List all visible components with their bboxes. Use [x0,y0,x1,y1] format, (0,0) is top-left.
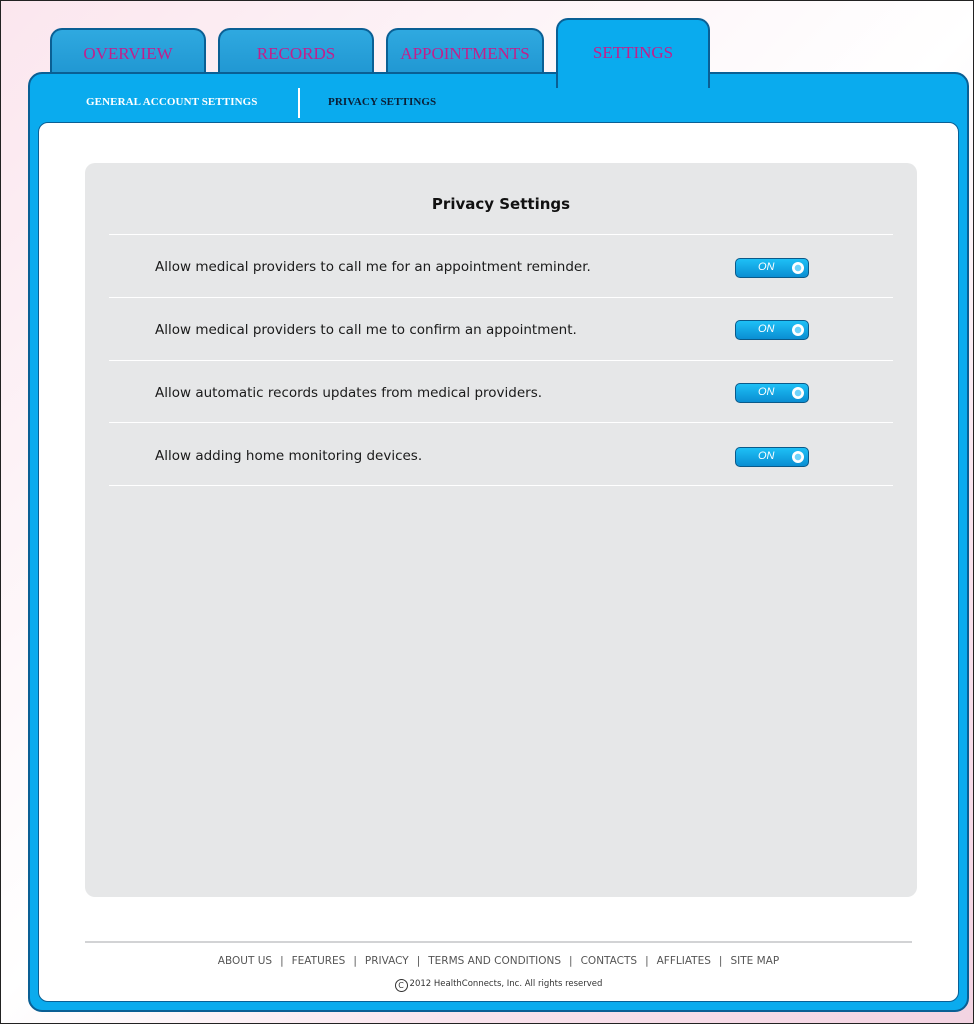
footer-separator: | [718,955,723,967]
toggle-knob-icon [792,387,804,399]
toggle-state-text: ON [758,261,775,273]
footer-link-privacy[interactable]: PRIVACY [365,955,409,967]
footer-link-terms-and-conditions[interactable]: TERMS AND CONDITIONS [428,955,561,967]
privacy-settings-box: Privacy Settings Allow medical providers… [85,163,917,897]
footer-separator: | [645,955,649,967]
footer-link-site-map[interactable]: SITE MAP [730,955,779,967]
copyright-text: 2012 HealthConnects, Inc. All rights res… [409,979,603,989]
footer-separator: | [353,955,357,967]
copyright-notice: C 2012 HealthConnects, Inc. All rights re… [39,979,958,992]
subtab-divider [298,88,300,118]
footer-separator: | [280,955,284,967]
tab-settings[interactable]: SETTINGS [556,18,710,88]
divider [109,297,893,298]
footer-link-about-us[interactable]: ABOUT US [218,955,272,967]
footer-separator: | [416,955,421,967]
footer-link-features[interactable]: FEATURES [292,955,346,967]
footer-separator: | [569,955,573,967]
subtab-general-account-settings[interactable]: GENERAL ACCOUNT SETTINGS [86,96,258,108]
setting-label-appointment-reminder-call: Allow medical providers to call me for a… [155,259,591,275]
main-panel: GENERAL ACCOUNT SETTINGS PRIVACY SETTING… [28,72,969,1012]
content-area: Privacy Settings Allow medical providers… [38,122,959,1002]
divider [109,234,893,235]
toggle-state-text: ON [758,323,775,335]
setting-label-automatic-records-updates: Allow automatic records updates from med… [155,385,543,401]
setting-label-home-monitoring-devices: Allow adding home monitoring devices. [155,448,423,464]
toggle-appointment-reminder-call[interactable]: ON [735,258,809,278]
copyright-icon: C [394,979,408,992]
setting-label-confirm-appointment-call: Allow medical providers to call me to co… [155,322,577,338]
footer-link-affliates[interactable]: AFFLIATES [657,955,711,967]
footer-link-contacts[interactable]: CONTACTS [581,955,637,967]
divider [109,360,893,361]
toggle-knob-icon [792,324,804,336]
toggle-home-monitoring-devices[interactable]: ON [735,447,809,467]
divider [109,485,893,486]
subtab-privacy-settings[interactable]: PRIVACY SETTINGS [328,96,436,108]
toggle-automatic-records-updates[interactable]: ON [735,383,809,403]
toggle-knob-icon [792,262,804,274]
toggle-state-text: ON [758,386,775,398]
toggle-confirm-appointment-call[interactable]: ON [735,320,809,340]
footer-links: ABOUT US | FEATURES | PRIVACY | TERMS AND COND… [39,955,958,967]
toggle-state-text: ON [758,450,775,462]
footer-divider [85,941,912,943]
divider [109,422,893,423]
toggle-knob-icon [792,451,804,463]
privacy-settings-title: Privacy Settings [431,195,571,213]
